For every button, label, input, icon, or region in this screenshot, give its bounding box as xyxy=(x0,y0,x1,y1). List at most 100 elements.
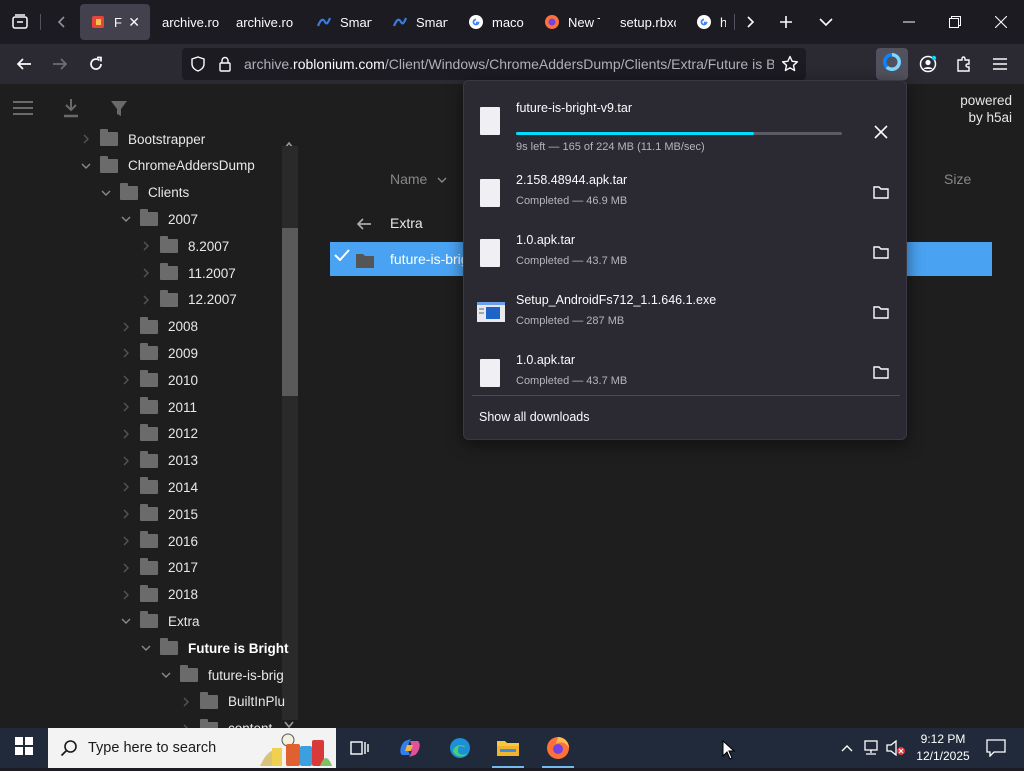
folder-tree-item[interactable]: Bootstrapper xyxy=(80,126,205,152)
account-icon[interactable] xyxy=(914,50,942,78)
cancel-download-icon[interactable] xyxy=(870,121,892,143)
show-in-folder-icon[interactable] xyxy=(870,241,892,263)
forward-icon[interactable] xyxy=(46,50,74,78)
show-in-folder-icon[interactable] xyxy=(870,301,892,323)
folder-tree-item[interactable]: 2009 xyxy=(120,340,198,366)
folder-tree-item[interactable]: 2011 xyxy=(120,394,197,420)
show-in-folder-icon[interactable] xyxy=(870,361,892,383)
close-tab-icon[interactable]: ✕ xyxy=(128,14,140,31)
folder-tree-item[interactable]: ChromeAddersDump xyxy=(80,153,255,179)
task-view-icon[interactable] xyxy=(336,728,384,768)
start-button[interactable] xyxy=(0,728,48,768)
minimize-icon[interactable] xyxy=(886,0,932,44)
tab-scroll-right-icon[interactable] xyxy=(736,8,764,36)
chevron-right-icon[interactable] xyxy=(120,455,132,467)
tab[interactable]: Smart xyxy=(382,4,458,40)
tab[interactable]: how xyxy=(686,4,736,40)
folder-tree-item[interactable]: 2007 xyxy=(120,206,198,232)
tab[interactable]: archive.ro xyxy=(226,4,306,40)
show-hidden-icons[interactable] xyxy=(838,728,856,768)
tab-scroll-left-icon[interactable] xyxy=(48,8,76,36)
file-explorer-icon[interactable] xyxy=(484,728,532,768)
chevron-right-icon[interactable] xyxy=(120,508,132,520)
chevron-right-icon[interactable] xyxy=(120,589,132,601)
lock-icon[interactable] xyxy=(218,56,232,77)
folder-tree-item[interactable]: 2018 xyxy=(120,582,198,608)
chevron-right-icon[interactable] xyxy=(140,267,152,279)
download-item[interactable]: Setup_AndroidFs712_1.1.646.1.exe Complet… xyxy=(464,287,908,347)
chevron-right-icon[interactable] xyxy=(120,374,132,386)
chevron-right-icon[interactable] xyxy=(180,696,192,708)
url-text[interactable]: archive.roblonium.com/Client/Windows/Chr… xyxy=(244,56,774,72)
column-header-name[interactable]: Name xyxy=(390,171,447,187)
folder-tree-item[interactable]: BuiltInPlu xyxy=(180,689,285,715)
volume-muted-icon[interactable] xyxy=(884,728,908,768)
folder-tree-item[interactable]: 8.2007 xyxy=(140,233,229,259)
download-item[interactable]: 2.158.48944.apk.tar Completed — 46.9 MB xyxy=(464,167,908,227)
show-in-folder-icon[interactable] xyxy=(870,181,892,203)
download-item[interactable]: 1.0.apk.tar Completed — 43.7 MB xyxy=(464,227,908,287)
taskbar-clock[interactable]: 9:12 PM 12/1/2025 xyxy=(912,731,974,765)
downloads-button[interactable] xyxy=(876,48,908,80)
folder-tree-item[interactable]: 12.2007 xyxy=(140,287,237,313)
tab[interactable]: macos xyxy=(458,4,534,40)
folder-tree-item[interactable]: 2010 xyxy=(120,367,198,393)
sidebar-toggle-icon[interactable] xyxy=(12,100,34,121)
powered-by-h5ai[interactable]: powered by h5ai xyxy=(958,92,1012,126)
firefox-view-icon[interactable] xyxy=(6,8,34,36)
shield-icon[interactable] xyxy=(190,56,206,77)
network-icon[interactable] xyxy=(860,728,882,768)
download-item[interactable]: future-is-bright-v9.tar 9s left — 165 of… xyxy=(464,95,908,155)
folder-tree-item[interactable]: 2008 xyxy=(120,314,198,340)
chevron-down-icon[interactable] xyxy=(120,615,132,627)
folder-tree-item[interactable]: 2015 xyxy=(120,501,198,527)
folder-tree-item[interactable]: content xyxy=(180,716,272,728)
url-bar[interactable]: archive.roblonium.com/Client/Windows/Chr… xyxy=(182,48,806,80)
tab-active[interactable]: Futi ✕ xyxy=(80,4,150,40)
chevron-down-icon[interactable] xyxy=(120,213,132,225)
firefox-taskbar-icon[interactable] xyxy=(534,728,582,768)
sidebar-scrollbar-thumb[interactable] xyxy=(282,228,298,396)
folder-tree-item[interactable]: future-is-brig xyxy=(160,662,284,688)
back-icon[interactable] xyxy=(10,50,38,78)
chevron-right-icon[interactable] xyxy=(120,562,132,574)
folder-tree-item[interactable]: 11.2007 xyxy=(140,260,236,286)
taskbar-search-box[interactable]: Type here to search xyxy=(48,728,336,768)
menu-icon[interactable] xyxy=(986,50,1014,78)
tab[interactable]: New T xyxy=(534,4,610,40)
new-tab-icon[interactable] xyxy=(772,8,800,36)
folder-tree-item[interactable]: 2014 xyxy=(120,474,198,500)
folder-tree-item[interactable]: Clients xyxy=(100,180,189,206)
tab[interactable]: setup.rbxc xyxy=(610,4,686,40)
download-icon[interactable] xyxy=(62,98,80,123)
notifications-icon[interactable] xyxy=(972,728,1020,768)
reload-icon[interactable] xyxy=(82,50,110,78)
list-all-tabs-icon[interactable] xyxy=(812,8,840,36)
chevron-right-icon[interactable] xyxy=(80,133,92,145)
folder-tree-item[interactable]: 2017 xyxy=(120,555,198,581)
chevron-right-icon[interactable] xyxy=(120,401,132,413)
close-window-icon[interactable] xyxy=(978,0,1024,44)
folder-tree-item[interactable]: 2012 xyxy=(120,421,198,447)
download-item[interactable]: 1.0.apk.tar Completed — 43.7 MB xyxy=(464,347,908,407)
chevron-right-icon[interactable] xyxy=(120,347,132,359)
folder-tree-item[interactable]: Extra xyxy=(120,608,200,634)
chevron-down-icon[interactable] xyxy=(100,187,112,199)
chevron-right-icon[interactable] xyxy=(120,535,132,547)
bookmark-star-icon[interactable] xyxy=(776,50,804,78)
column-header-size[interactable]: Size xyxy=(944,171,971,187)
chevron-right-icon[interactable] xyxy=(140,240,152,252)
extensions-icon[interactable] xyxy=(950,50,978,78)
chevron-right-icon[interactable] xyxy=(120,428,132,440)
folder-tree-item[interactable]: Future is Bright xyxy=(140,635,289,661)
restore-icon[interactable] xyxy=(932,0,978,44)
chevron-down-icon[interactable] xyxy=(140,642,152,654)
folder-tree-item[interactable]: 2013 xyxy=(120,448,198,474)
tab[interactable]: Smart xyxy=(306,4,382,40)
chevron-down-icon[interactable] xyxy=(80,160,92,172)
edge-icon[interactable] xyxy=(436,728,484,768)
chevron-right-icon[interactable] xyxy=(120,481,132,493)
chevron-right-icon[interactable] xyxy=(140,294,152,306)
show-all-downloads-button[interactable]: Show all downloads xyxy=(479,410,590,424)
filter-icon[interactable] xyxy=(110,100,128,123)
